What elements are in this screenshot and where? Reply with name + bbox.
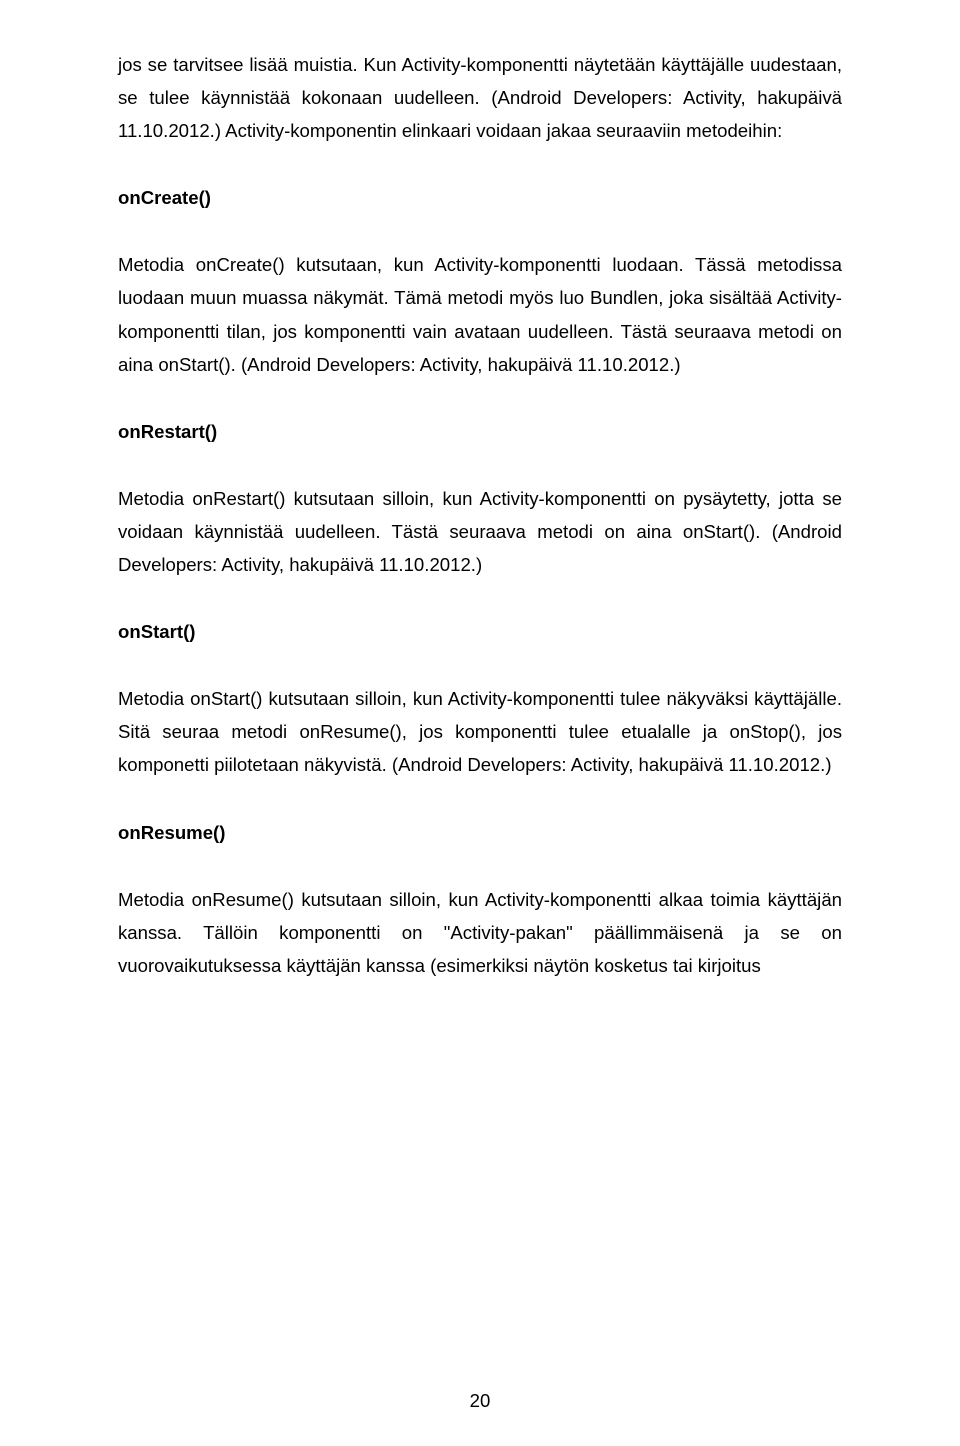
heading-onstart: onStart()	[118, 615, 842, 648]
heading-onresume: onResume()	[118, 816, 842, 849]
heading-onrestart: onRestart()	[118, 415, 842, 448]
paragraph-onrestart: Metodia onRestart() kutsutaan silloin, k…	[118, 482, 842, 581]
paragraph-onstart: Metodia onStart() kutsutaan silloin, kun…	[118, 682, 842, 781]
paragraph-oncreate: Metodia onCreate() kutsutaan, kun Activi…	[118, 248, 842, 380]
document-page: jos se tarvitsee lisää muistia. Kun Acti…	[0, 0, 960, 1446]
paragraph-intro: jos se tarvitsee lisää muistia. Kun Acti…	[118, 48, 842, 147]
heading-oncreate: onCreate()	[118, 181, 842, 214]
page-number: 20	[0, 1390, 960, 1412]
paragraph-onresume: Metodia onResume() kutsutaan silloin, ku…	[118, 883, 842, 982]
